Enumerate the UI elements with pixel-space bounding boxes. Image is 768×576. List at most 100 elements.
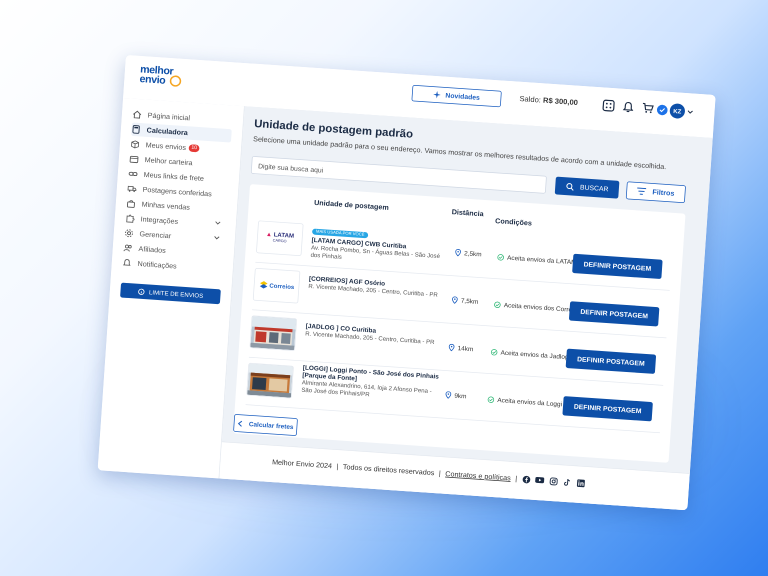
distance: 9km bbox=[445, 391, 467, 400]
condition-text: Aceita envios da Loggi bbox=[497, 396, 563, 408]
info-icon bbox=[137, 288, 145, 295]
wallet-icon bbox=[129, 154, 139, 164]
condition-text: Aceita envios da Jadlog bbox=[500, 348, 569, 361]
truck-icon bbox=[127, 184, 137, 194]
definir-postagem-button[interactable]: DEFINIR POSTAGEM bbox=[565, 348, 657, 374]
settings-icon bbox=[124, 228, 134, 238]
definir-postagem-button[interactable]: DEFINIR POSTAGEM bbox=[568, 301, 660, 327]
filtros-button[interactable]: Filtros bbox=[625, 181, 686, 204]
puzzle-icon bbox=[125, 214, 135, 224]
calcular-fretes-button[interactable]: Calcular fretes bbox=[233, 413, 298, 437]
chevron-down-icon bbox=[687, 110, 693, 114]
check-circle-icon bbox=[494, 301, 501, 308]
users-icon bbox=[123, 243, 133, 253]
distance-value: 7,5km bbox=[460, 296, 479, 306]
limite-label: LIMITE DE ENVIOS bbox=[148, 288, 204, 299]
check-circle-icon bbox=[497, 253, 504, 261]
filtros-label: Filtros bbox=[652, 187, 675, 198]
footer-contracts-link[interactable]: Contratos e políticas bbox=[445, 470, 511, 483]
map-pin-icon bbox=[445, 391, 452, 399]
novidades-button[interactable]: Novidades bbox=[411, 84, 502, 108]
column-header-conditions: Condições bbox=[494, 217, 533, 228]
column-header-unit: Unidade de postagem bbox=[313, 198, 390, 213]
buscar-button[interactable]: BUSCAR bbox=[554, 176, 620, 199]
correios-logo: Correios bbox=[252, 267, 301, 304]
user-menu[interactable]: KZ bbox=[656, 101, 699, 120]
latam-logo: ▲ LATAM CARGO bbox=[256, 220, 304, 257]
filter-icon bbox=[637, 187, 647, 195]
sidebar-item-label: Meus links de frete bbox=[143, 170, 205, 183]
cart-icon[interactable] bbox=[640, 100, 656, 116]
saldo-label: Saldo: bbox=[519, 95, 542, 105]
results-card: Unidade de postagem Distância Condições … bbox=[233, 184, 686, 463]
saldo-value: R$ 300,00 bbox=[542, 96, 579, 108]
sidebar-item-label: Melhor carteira bbox=[144, 155, 193, 168]
instagram-icon[interactable] bbox=[549, 476, 559, 486]
condition-text: Aceita envios da LATAM bbox=[506, 253, 577, 266]
bell-icon[interactable] bbox=[620, 99, 636, 115]
sidebar-item-label: Postagens conferidas bbox=[142, 185, 212, 199]
unit-info: [JADLOG ] CO Curitiba R. Vicente Machado… bbox=[305, 322, 442, 347]
condition: Aceita envios dos Correios bbox=[494, 300, 581, 314]
check-circle-icon bbox=[487, 396, 495, 403]
map-pin-icon bbox=[452, 296, 458, 304]
condition: Aceita envios da LATAM bbox=[497, 253, 577, 266]
footer-separator: | bbox=[438, 469, 442, 478]
distance-value: 9km bbox=[454, 391, 467, 400]
verified-check-icon bbox=[656, 104, 668, 116]
unit-info: [CORREIOS] AGF Osório R. Vicente Machado… bbox=[308, 275, 445, 300]
definir-postagem-button[interactable]: DEFINIR POSTAGEM bbox=[572, 253, 663, 280]
buscar-label: BUSCAR bbox=[579, 183, 609, 193]
correios-logo-text: Correios bbox=[269, 281, 295, 291]
calculator-icon bbox=[131, 125, 141, 135]
column-header-distance: Distância bbox=[451, 208, 484, 219]
definir-postagem-button[interactable]: DEFINIR POSTAGEM bbox=[562, 396, 653, 422]
search-placeholder: Digite sua busca aqui bbox=[257, 162, 324, 175]
chevron-left-icon bbox=[237, 420, 243, 427]
saldo-display[interactable]: Saldo: R$ 300,00 bbox=[519, 95, 578, 107]
app-window: melhor envio Novidades Saldo: R$ 300,00 … bbox=[97, 55, 716, 511]
unit-info: [LOGGI] Loggi Ponto - São José dos Pinha… bbox=[301, 364, 439, 404]
footer-rights: Todos os direitos reservados bbox=[342, 462, 435, 478]
search-icon bbox=[566, 182, 574, 191]
chevron-down-icon bbox=[214, 236, 220, 240]
limite-envios-button[interactable]: LIMITE DE ENVIOS bbox=[120, 282, 221, 305]
condition: Aceita envios da Jadlog bbox=[490, 348, 569, 361]
loggi-storefront-photo bbox=[246, 362, 294, 399]
sidebar-item-label: Integrações bbox=[140, 215, 179, 226]
map-pin-icon bbox=[455, 248, 461, 257]
jadlog-storefront-photo bbox=[249, 315, 298, 352]
home-icon bbox=[132, 110, 142, 120]
sidebar-item-label: Minhas vendas bbox=[141, 200, 191, 212]
footer-separator: | bbox=[515, 474, 518, 483]
calcular-fretes-label: Calcular fretes bbox=[248, 420, 294, 431]
condition: Aceita envios da Loggi bbox=[487, 395, 563, 408]
melhor-envio-logo[interactable]: melhor envio bbox=[139, 63, 186, 88]
youtube-icon[interactable] bbox=[535, 475, 545, 485]
sidebar-item-label: Página inicial bbox=[147, 111, 191, 123]
facebook-icon[interactable] bbox=[521, 474, 531, 484]
sidebar-item-label: Afiliados bbox=[138, 244, 167, 255]
avatar: KZ bbox=[669, 103, 686, 119]
chevron-down-icon bbox=[215, 221, 221, 225]
sidebar-item-label: Gerenciar bbox=[139, 229, 172, 241]
apps-icon[interactable] bbox=[601, 98, 617, 114]
bag-icon bbox=[126, 199, 136, 209]
check-circle-icon bbox=[490, 348, 498, 356]
footer-separator: | bbox=[336, 462, 339, 471]
sidebar-item-label: Meus envios bbox=[145, 140, 187, 152]
distance-value: 14km bbox=[457, 344, 474, 353]
unit-info: MAIS USADA POR VOCÊ [LATAM CARGO] CWB Cu… bbox=[310, 223, 449, 269]
linkedin-icon[interactable] bbox=[576, 478, 586, 488]
box-icon bbox=[130, 140, 140, 150]
sparkle-icon bbox=[433, 91, 441, 99]
sidebar-item-label: Notificações bbox=[137, 259, 177, 271]
notification-badge: 10 bbox=[188, 144, 200, 153]
distance-value: 2,5km bbox=[463, 249, 482, 258]
map-pin-icon bbox=[448, 343, 455, 352]
link-icon bbox=[128, 169, 138, 179]
distance: 14km bbox=[448, 343, 474, 353]
tiktok-icon[interactable] bbox=[562, 477, 572, 487]
bell-icon bbox=[122, 258, 132, 268]
distance: 7,5km bbox=[452, 296, 479, 305]
